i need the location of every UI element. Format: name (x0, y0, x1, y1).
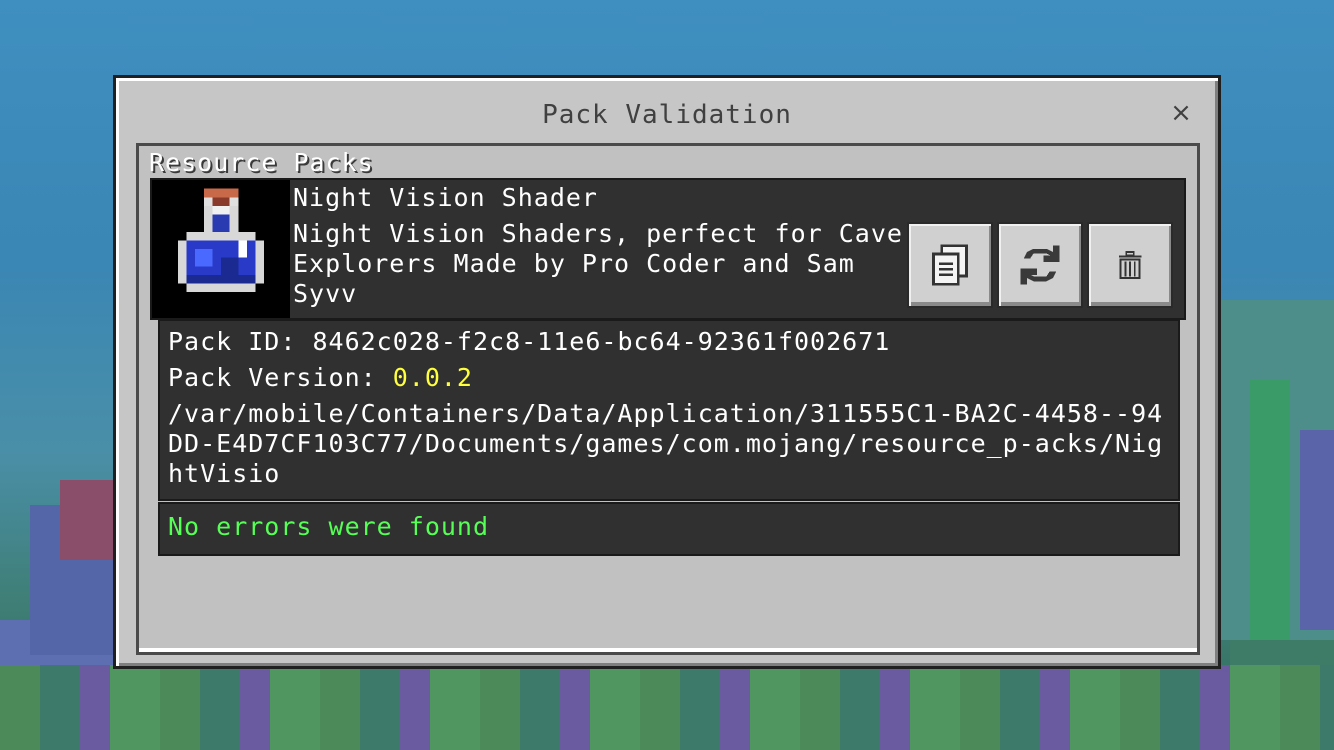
status-message: No errors were found (168, 512, 490, 541)
refresh-icon (1020, 245, 1060, 285)
pack-path: /var/mobile/Containers/Data/Application/… (168, 399, 1164, 488)
pack-description: Night Vision Shaders, perfect for Cave E… (293, 219, 903, 308)
pack-details: Pack ID: 8462c028-f2c8-11e6-bc64-92361f0… (158, 319, 1180, 501)
validation-status: No errors were found (158, 502, 1180, 556)
section-header: Resource Packs (149, 148, 374, 177)
pack-icon (152, 180, 290, 318)
pack-id-label: Pack ID: (168, 327, 313, 356)
copy-icon (932, 244, 968, 286)
pack-title: Night Vision Shader (293, 183, 598, 212)
trash-icon (1118, 250, 1142, 280)
pack-version: Pack Version: 0.0.2 (168, 363, 473, 392)
dialog-title: Pack Validation (542, 100, 792, 130)
copy-button[interactable] (907, 222, 993, 308)
pack-version-value: 0.0.2 (392, 363, 473, 392)
coral-decoration (1300, 430, 1334, 630)
close-icon[interactable]: × (1166, 98, 1196, 128)
coral-decoration (60, 480, 120, 560)
delete-button[interactable] (1087, 222, 1173, 308)
pack-id-value: 8462c028-f2c8-11e6-bc64-92361f002671 (312, 327, 891, 356)
pack-version-label: Pack Version: (168, 363, 393, 392)
refresh-button[interactable] (997, 222, 1083, 308)
pack-row[interactable]: Night Vision Shader Night Vision Shaders… (150, 178, 1186, 320)
potion-bottle-icon (177, 188, 265, 293)
content-panel: Resource Packs Night Vision Shader Night… (136, 143, 1200, 655)
pack-validation-dialog: Pack Validation × Resource Packs Night V… (113, 75, 1221, 669)
seagrass-decoration (1250, 380, 1290, 680)
pack-id: Pack ID: 8462c028-f2c8-11e6-bc64-92361f0… (168, 327, 890, 356)
seafloor (0, 665, 1334, 750)
